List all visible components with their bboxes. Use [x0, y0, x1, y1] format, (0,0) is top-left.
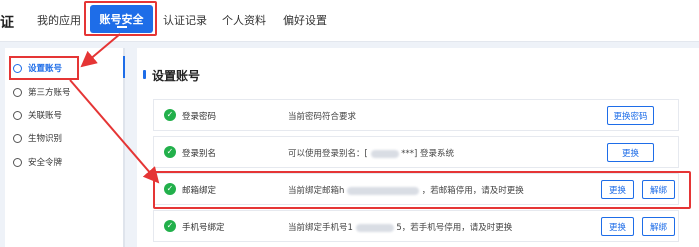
sidebar-active-indicator [123, 56, 125, 78]
row-desc-suffix: ***] 登录系统 [401, 149, 455, 159]
sidebar-item-label: 生物识别 [28, 134, 63, 144]
sidebar-item-label: 安全令牌 [28, 158, 63, 168]
check-icon: ✓ [164, 220, 176, 232]
tab-my-apps[interactable]: 我的应用 [37, 12, 81, 28]
row-desc-prefix: 当前绑定手机号1 [288, 223, 353, 233]
row-desc-prefix: 可以使用登录别名：[ [288, 149, 368, 159]
main-panel: 设置账号 ✓ 登录密码 当前密码符合要求 更换密码 ✓ 登录别名 可以使用登录别… [137, 48, 699, 247]
sidebar-item-label: 第三方账号 [28, 88, 71, 98]
link-icon [13, 110, 22, 120]
tab-auth-records[interactable]: 认证记录 [163, 12, 207, 28]
row-desc: 可以使用登录别名：[ ***] 登录系统 [288, 147, 454, 159]
redacted-text [370, 149, 399, 158]
sidebar-item-third-party[interactable]: 第三方账号 [5, 82, 123, 102]
row-login-alias: ✓ 登录别名 可以使用登录别名：[ ***] 登录系统 更换 [153, 136, 679, 168]
change-password-button[interactable]: 更换密码 [607, 106, 654, 125]
sidebar-item-label: 关联账号 [28, 111, 63, 121]
change-alias-button[interactable]: 更换 [607, 143, 654, 162]
sidebar-item-token[interactable]: 安全令牌 [5, 152, 123, 172]
annotation-box-email-row [153, 171, 691, 209]
check-icon: ✓ [164, 109, 176, 121]
sidebar-item-linked[interactable]: 关联账号 [5, 105, 123, 125]
section-marker [143, 70, 146, 79]
shield-icon [13, 157, 22, 167]
row-login-password: ✓ 登录密码 当前密码符合要求 更换密码 [153, 99, 679, 131]
tab-preferences[interactable]: 偏好设置 [283, 12, 327, 28]
redacted-text [355, 223, 394, 232]
row-desc: 当前绑定手机号1 5，若手机号停用，请及时更换 [288, 221, 512, 233]
page: 证 我的应用 账号安全 认证记录 个人资料 偏好设置 设置账号 第三方账号 关联… [0, 0, 699, 247]
brand-title: 证 [0, 15, 14, 31]
page-title: 设置账号 [152, 69, 201, 83]
unbind-phone-button[interactable]: 解绑 [642, 217, 675, 236]
fingerprint-icon [13, 133, 22, 143]
tab-profile[interactable]: 个人资料 [222, 12, 266, 28]
row-desc: 当前密码符合要求 [288, 112, 357, 122]
row-phone-binding: ✓ 手机号绑定 当前绑定手机号1 5，若手机号停用，请及时更换 更换 解绑 [153, 210, 679, 242]
annotation-box-sidebar [9, 56, 79, 80]
row-name: 登录密码 [182, 112, 217, 122]
change-phone-button[interactable]: 更换 [601, 217, 634, 236]
row-name: 手机号绑定 [182, 223, 225, 233]
check-icon: ✓ [164, 146, 176, 158]
sidebar-item-biometric[interactable]: 生物识别 [5, 128, 123, 148]
annotation-box-tab [84, 1, 157, 36]
share-icon [13, 87, 22, 97]
row-name: 登录别名 [182, 149, 217, 159]
row-desc-suffix: 5，若手机号停用，请及时更换 [396, 223, 513, 233]
